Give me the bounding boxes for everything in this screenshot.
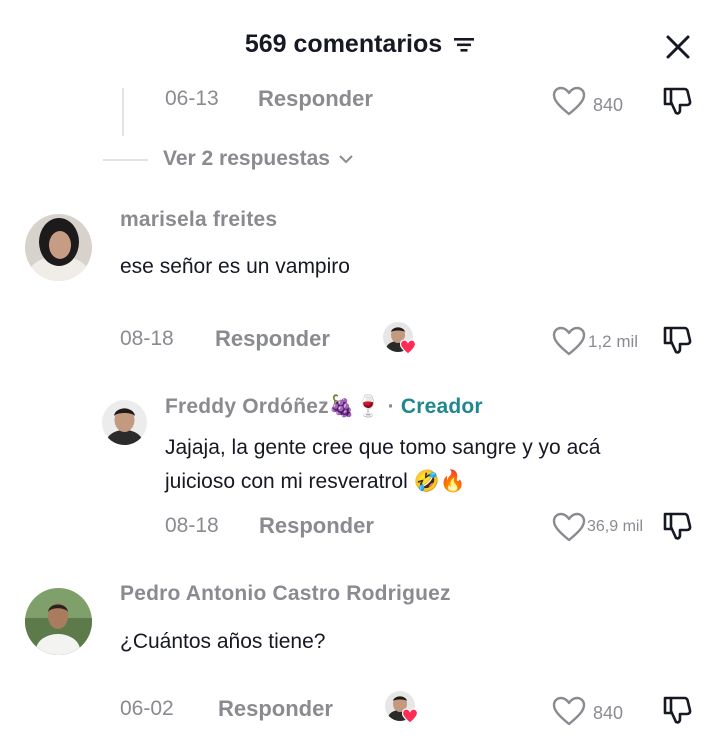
heart-icon[interactable] xyxy=(552,326,586,356)
comment-text: ¿Cuántos años tiene? xyxy=(120,630,326,653)
reply-button[interactable]: Responder xyxy=(218,696,333,722)
heart-badge-icon xyxy=(402,708,418,724)
comment-text-line: Jajaja, la gente cree que tomo sangre y … xyxy=(165,436,601,459)
dislike-icon[interactable] xyxy=(661,86,693,116)
dislike-icon[interactable] xyxy=(661,325,693,355)
reply-button[interactable]: Responder xyxy=(259,513,374,539)
comment-text-line: juicioso con mi resveratrol xyxy=(165,470,408,493)
like-count: 1,2 mil xyxy=(588,332,639,351)
comment-text-line-2: juicioso con mi resveratrol 🤣🔥 xyxy=(165,465,600,499)
chevron-down-icon xyxy=(339,155,353,164)
comments-count-title: 569 comentarios xyxy=(244,30,443,58)
creator-badge: Creador xyxy=(400,395,483,418)
dislike-icon[interactable] xyxy=(661,511,693,541)
view-replies-button[interactable]: Ver 2 respuestas xyxy=(163,147,354,171)
comment-date: 08-18 xyxy=(120,327,174,350)
comments-header: 569 comentarios xyxy=(0,30,720,59)
heart-badge-icon xyxy=(400,339,416,355)
separator-dot: · xyxy=(387,395,395,418)
comment-date: 06-02 xyxy=(120,697,174,720)
comment-username[interactable]: Freddy Ordóñez xyxy=(165,395,329,418)
dislike-icon[interactable] xyxy=(661,695,693,725)
reply-button[interactable]: Responder xyxy=(258,86,373,112)
comment-date: 08-18 xyxy=(165,514,219,537)
like-count: 840 xyxy=(593,95,624,115)
avatar[interactable] xyxy=(25,588,92,655)
avatar[interactable] xyxy=(102,400,147,445)
close-icon[interactable] xyxy=(662,31,694,63)
username-emoji: 🍇🍷 xyxy=(328,395,382,418)
comment-emoji: 🤣🔥 xyxy=(413,470,466,493)
like-count: 36,9 mil xyxy=(587,518,644,535)
heart-icon[interactable] xyxy=(552,696,586,726)
comment-username[interactable]: Pedro Antonio Castro Rodriguez xyxy=(120,582,451,606)
comment-text: ese señor es un vampiro xyxy=(120,255,350,278)
heart-icon[interactable] xyxy=(552,512,586,542)
reply-thread-line xyxy=(122,88,124,136)
comment-username-row: Freddy Ordóñez🍇🍷 · Creador xyxy=(165,395,483,419)
avatar[interactable] xyxy=(25,214,92,281)
view-replies-divider xyxy=(103,159,148,161)
heart-icon[interactable] xyxy=(552,86,586,116)
creator-liked-badge xyxy=(385,691,419,725)
reply-date: 06-13 xyxy=(165,87,219,110)
creator-liked-badge xyxy=(383,322,417,356)
view-replies-label: Ver 2 respuestas xyxy=(163,147,330,170)
like-count: 840 xyxy=(593,703,624,723)
comment-username[interactable]: marisela freites xyxy=(120,208,277,232)
filter-icon[interactable] xyxy=(453,36,475,54)
reply-button[interactable]: Responder xyxy=(215,326,330,352)
comment-text: Jajaja, la gente cree que tomo sangre y … xyxy=(165,431,600,499)
